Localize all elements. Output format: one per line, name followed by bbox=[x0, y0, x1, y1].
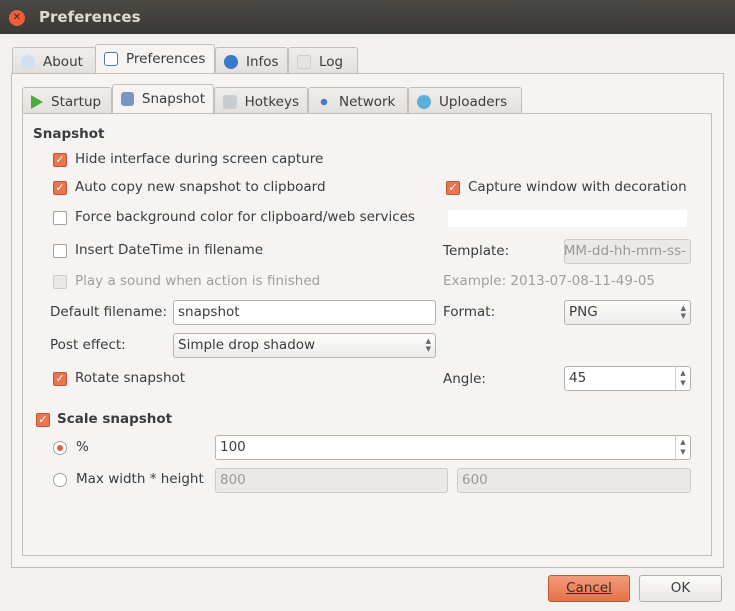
default-filename-input[interactable]: snapshot bbox=[173, 300, 436, 325]
tab-log[interactable]: Log bbox=[288, 47, 358, 75]
cloud-upload-icon bbox=[417, 95, 431, 109]
document-icon bbox=[297, 55, 311, 69]
max-height-input[interactable]: 600 bbox=[457, 468, 691, 493]
section-title: Snapshot bbox=[33, 126, 105, 142]
force-bg-checkbox[interactable] bbox=[53, 211, 67, 225]
tab-infos[interactable]: Infos bbox=[215, 47, 288, 75]
play-icon bbox=[31, 95, 43, 109]
window-title: Preferences bbox=[39, 8, 141, 26]
hide-interface-label: Hide interface during screen capture bbox=[75, 151, 324, 167]
rotate-label: Rotate snapshot bbox=[75, 370, 186, 386]
tab-label: Infos bbox=[246, 54, 279, 70]
network-icon bbox=[317, 95, 331, 109]
angle-spinbox[interactable]: 45 ▲ ▼ bbox=[564, 366, 691, 391]
tab-label: Startup bbox=[51, 94, 102, 110]
template-label: Template: bbox=[443, 243, 510, 259]
max-size-label: Max width * height bbox=[76, 471, 204, 487]
angle-value: 45 bbox=[569, 370, 587, 386]
ok-button[interactable]: OK bbox=[639, 575, 722, 602]
background-color-swatch[interactable] bbox=[448, 210, 687, 227]
tab-label: Hotkeys bbox=[244, 94, 299, 110]
template-input[interactable]: -MM-dd-hh-mm-ss bbox=[564, 239, 691, 264]
rotate-checkbox[interactable]: ✓ bbox=[53, 372, 67, 386]
updown-icon: ▲ ▼ bbox=[680, 304, 686, 320]
force-bg-label: Force background color for clipboard/web… bbox=[75, 209, 415, 225]
spin-arrows-icon[interactable]: ▲ ▼ bbox=[675, 436, 690, 459]
hide-interface-checkbox[interactable]: ✓ bbox=[53, 153, 67, 167]
title-bar: ✕ Preferences bbox=[0, 0, 735, 34]
post-effect-select[interactable]: Simple drop shadow ▲ ▼ bbox=[173, 333, 436, 358]
angle-label: Angle: bbox=[443, 371, 486, 387]
auto-copy-checkbox[interactable]: ✓ bbox=[53, 181, 67, 195]
checklist-icon bbox=[104, 52, 118, 66]
max-size-radio[interactable] bbox=[53, 473, 67, 487]
tab-label: Log bbox=[319, 54, 344, 70]
close-icon[interactable]: ✕ bbox=[9, 10, 25, 26]
keyboard-key-icon bbox=[223, 95, 237, 109]
auto-copy-label: Auto copy new snapshot to clipboard bbox=[75, 179, 326, 195]
post-effect-label: Post effect: bbox=[50, 337, 126, 353]
scale-checkbox[interactable]: ✓ bbox=[36, 413, 50, 427]
percent-value: 100 bbox=[220, 439, 246, 455]
default-filename-label: Default filename: bbox=[50, 304, 168, 320]
insert-datetime-checkbox[interactable] bbox=[53, 244, 67, 258]
info-icon bbox=[21, 55, 35, 69]
format-select[interactable]: PNG ▲ ▼ bbox=[564, 300, 691, 325]
percent-radio[interactable] bbox=[53, 441, 67, 455]
tab-label: Uploaders bbox=[439, 94, 508, 110]
tab-label: About bbox=[43, 54, 83, 70]
tab-startup[interactable]: Startup bbox=[22, 87, 112, 115]
play-sound-label: Play a sound when action is finished bbox=[75, 273, 321, 289]
play-sound-checkbox[interactable] bbox=[53, 275, 67, 289]
tab-network[interactable]: Network bbox=[308, 87, 408, 115]
tab-label: Network bbox=[339, 94, 396, 110]
format-label: Format: bbox=[443, 304, 496, 320]
percent-spinbox[interactable]: 100 ▲ ▼ bbox=[215, 435, 691, 460]
insert-datetime-label: Insert DateTime in filename bbox=[75, 242, 264, 258]
spin-arrows-icon[interactable]: ▲ ▼ bbox=[675, 367, 690, 390]
capture-decoration-label: Capture window with decoration bbox=[468, 179, 687, 195]
tab-hotkeys[interactable]: Hotkeys bbox=[214, 87, 308, 115]
tab-about[interactable]: About bbox=[12, 47, 96, 75]
cancel-label: Cancel bbox=[566, 580, 612, 596]
template-example: Example: 2013-07-08-11-49-05 bbox=[443, 273, 656, 289]
tab-label: Snapshot bbox=[141, 91, 205, 107]
tab-label: Preferences bbox=[126, 51, 206, 67]
format-value: PNG bbox=[569, 304, 598, 320]
tab-uploaders[interactable]: Uploaders bbox=[408, 87, 522, 115]
capture-decoration-checkbox[interactable]: ✓ bbox=[446, 181, 460, 195]
updown-icon: ▲ ▼ bbox=[425, 337, 431, 353]
camera-icon bbox=[121, 92, 134, 106]
ok-label: OK bbox=[670, 580, 691, 596]
scale-label: Scale snapshot bbox=[57, 411, 173, 427]
max-width-input[interactable]: 800 bbox=[215, 468, 448, 493]
post-effect-value: Simple drop shadow bbox=[178, 337, 316, 353]
cancel-button[interactable]: Cancel bbox=[548, 575, 630, 602]
percent-label: % bbox=[76, 439, 89, 455]
help-icon bbox=[224, 55, 238, 69]
